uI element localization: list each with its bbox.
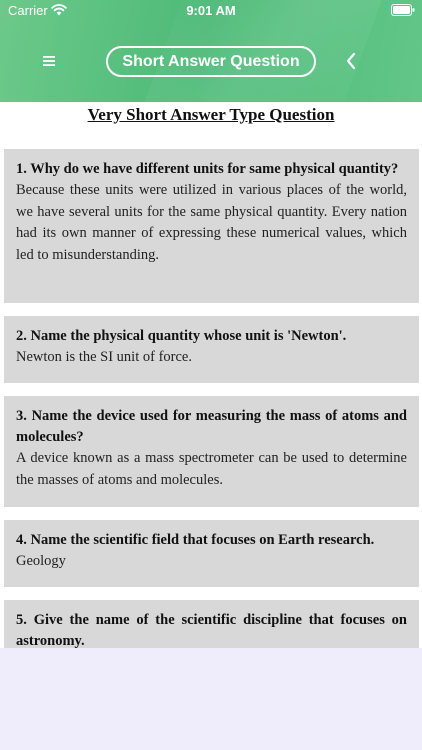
page-title: Short Answer Question	[106, 46, 316, 77]
chevron-left-icon[interactable]	[344, 52, 358, 70]
answer-text: A device known as a mass spectrometer ca…	[16, 450, 407, 488]
question-text: 1. Why do we have different units for sa…	[16, 161, 399, 177]
qa-card-1: 1. Why do we have different units for sa…	[4, 149, 419, 303]
question-text: 5. Give the name of the scientific disci…	[16, 612, 407, 648]
question-text: 2. Name the physical quantity whose unit…	[16, 328, 347, 344]
qa-card-2: 2. Name the physical quantity whose unit…	[4, 316, 419, 383]
section-title: Very Short Answer Type Question	[87, 105, 335, 124]
qa-card-3: 3. Name the device used for measuring th…	[4, 396, 419, 507]
qa-card-4: 4. Name the scientific field that focuse…	[4, 520, 419, 587]
question-text: 3. Name the device used for measuring th…	[16, 408, 407, 445]
question-text: 4. Name the scientific field that focuse…	[16, 532, 375, 548]
qa-card-5: 5. Give the name of the scientific disci…	[4, 600, 419, 648]
answer-text: Geology	[16, 553, 66, 569]
battery-icon	[391, 4, 415, 16]
answer-text: Newton is the SI unit of force.	[16, 349, 192, 365]
hamburger-menu-icon[interactable]	[40, 53, 58, 69]
answer-text: Because these units were utilized in var…	[16, 182, 407, 263]
content-scroll-area[interactable]: Very Short Answer Type Question 1. Why d…	[0, 102, 422, 648]
status-time: 9:01 AM	[186, 3, 236, 18]
app-header: Carrier 9:01 AM Short Answer Question	[0, 0, 422, 102]
status-bar: Carrier 9:01 AM	[0, 0, 422, 22]
